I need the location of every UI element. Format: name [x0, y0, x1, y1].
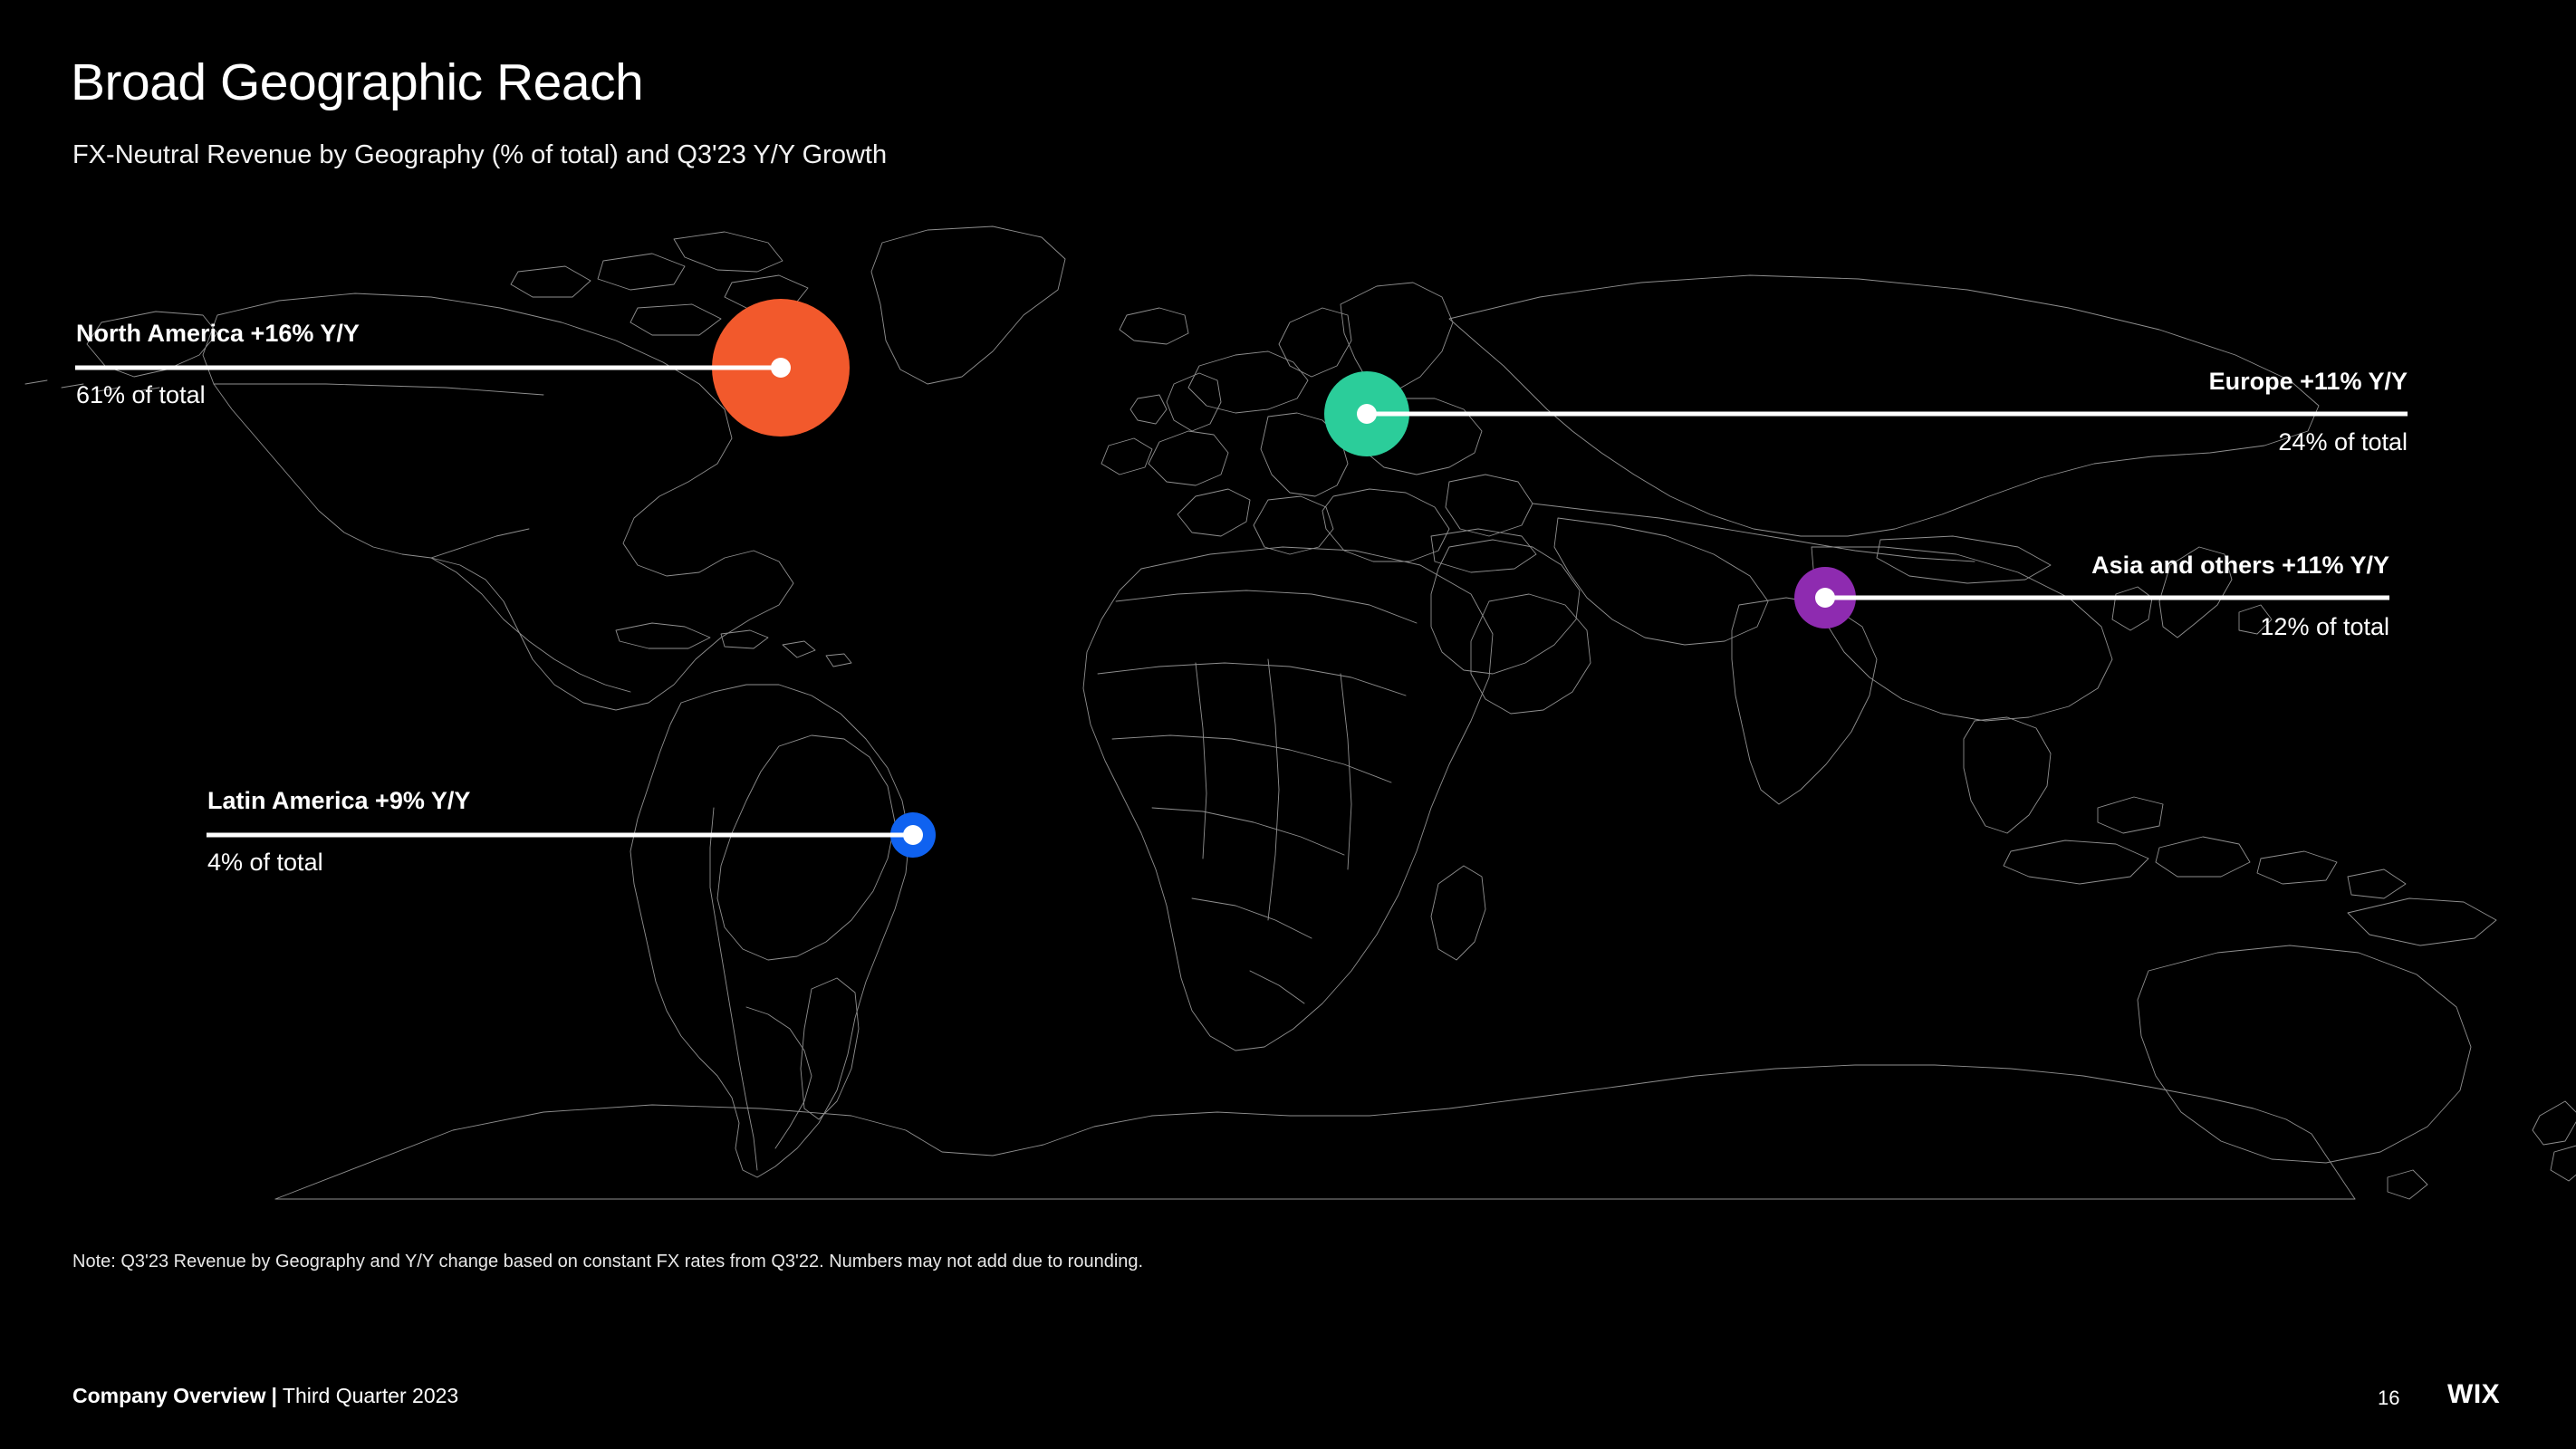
callout-europe-heading: Europe +11% Y/Y: [2208, 368, 2408, 395]
leader-line-asia-and-others: [1825, 595, 2389, 600]
callout-europe-value: 24% of total: [1502, 430, 2408, 455]
callout-asia-and-others-value: 12% of total: [1484, 615, 2389, 639]
page-title: Broad Geographic Reach: [71, 53, 644, 111]
footnote: Note: Q3'23 Revenue by Geography and Y/Y…: [72, 1252, 1144, 1271]
bubble-hub-europe: [1357, 404, 1377, 424]
callout-north-america-heading: North America +16% Y/Y: [76, 320, 360, 347]
callout-asia-and-others: Asia and others +11% Y/Y: [1484, 553, 2389, 578]
footer-period: Third Quarter 2023: [282, 1384, 459, 1407]
footer-separator: |: [271, 1384, 277, 1407]
callout-latin-america: Latin America +9% Y/Y: [207, 789, 470, 813]
callout-north-america-share: 61% of total: [76, 381, 206, 408]
callout-north-america: North America +16% Y/Y: [76, 321, 360, 346]
callout-north-america-value: 61% of total: [76, 383, 206, 408]
bubble-hub-north-america: [771, 358, 791, 378]
footer-deck-name: Company Overview: [72, 1384, 266, 1407]
bubble-hub-latin-america: [903, 825, 923, 845]
leader-line-latin-america: [207, 832, 913, 838]
page-subtitle: FX-Neutral Revenue by Geography (% of to…: [72, 140, 888, 169]
page-number: 16: [2378, 1387, 2400, 1409]
slide-root: Broad Geographic Reach FX-Neutral Revenu…: [0, 0, 2576, 1449]
leader-line-europe: [1367, 411, 2408, 417]
callout-europe-share: 24% of total: [2278, 428, 2408, 456]
wix-logo: WIX: [2447, 1379, 2501, 1409]
bubble-hub-asia-and-others: [1815, 588, 1835, 608]
callout-latin-america-value: 4% of total: [207, 850, 323, 875]
callout-europe: Europe +11% Y/Y: [1502, 369, 2408, 394]
callout-latin-america-heading: Latin America +9% Y/Y: [207, 787, 471, 814]
footer-left: Company Overview | Third Quarter 2023: [72, 1384, 458, 1408]
leader-line-north-america: [75, 365, 781, 370]
callout-latin-america-share: 4% of total: [207, 849, 323, 876]
callout-asia-and-others-share: 12% of total: [2260, 613, 2389, 640]
callout-asia-and-others-heading: Asia and others +11% Y/Y: [2091, 552, 2389, 579]
